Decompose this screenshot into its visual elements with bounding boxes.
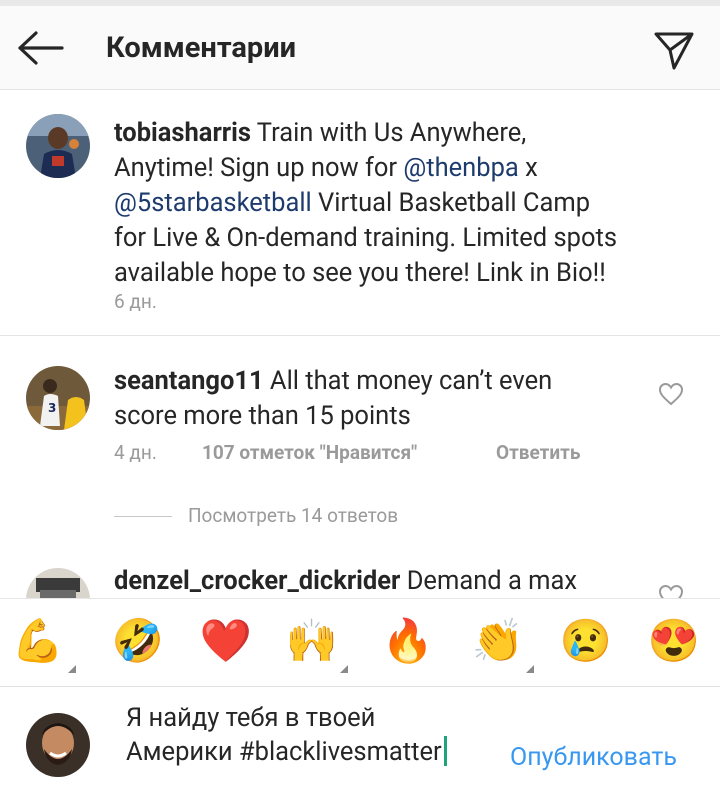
comment-input-line1: Я найду тебя в твоей — [126, 703, 376, 733]
rofl-emoji-button[interactable]: 🤣 — [108, 611, 168, 671]
caption-line5: available hope to see you there! Link in… — [114, 258, 606, 288]
caption-line1: Train with Us Anywhere, — [250, 118, 527, 148]
header-bar: Комментарии — [0, 6, 720, 90]
comment-text: denzel_crocker_dickrider Demand a max — [114, 564, 634, 598]
share-button[interactable] — [652, 28, 696, 72]
caption-username[interactable]: tobiasharris — [114, 118, 251, 148]
caption-text: tobiasharris Train with Us Anywhere, Any… — [114, 116, 674, 291]
crying-face-emoji-button[interactable]: 😢 — [556, 611, 616, 671]
like-button[interactable] — [658, 382, 684, 406]
heart-icon — [658, 382, 684, 406]
view-replies-button[interactable]: Посмотреть 14 ответов — [188, 504, 398, 527]
comment-timestamp: 4 дн. — [114, 441, 157, 464]
mention-link[interactable]: @thenbpa — [403, 153, 518, 183]
comment-text-line1: All that money can’t even — [263, 366, 553, 396]
comment-text-line1: Demand a max — [400, 566, 578, 596]
mention-link[interactable]: @5starbasketball — [114, 188, 312, 218]
caption-line2: Anytime! Sign up now for — [114, 153, 404, 183]
page-title: Комментарии — [106, 31, 297, 65]
reply-label: Ответить — [496, 441, 581, 464]
avatar[interactable] — [26, 568, 90, 598]
comment-text-line2: score more than 15 points — [114, 401, 411, 431]
skin-tone-indicator — [340, 665, 348, 673]
skin-tone-indicator — [526, 665, 534, 673]
post-caption: tobiasharris Train with Us Anywhere, Any… — [0, 90, 720, 336]
red-heart-emoji-button[interactable]: ❤️ — [196, 611, 256, 671]
comment-input-line2: Америки #blacklivesmatter — [126, 737, 442, 767]
reply-button[interactable]: Ответить — [496, 441, 580, 464]
likes-count-label: 107 отметок "Нравится" — [202, 441, 418, 464]
comment-item: denzel_crocker_dickrider Demand a max — [0, 560, 720, 598]
paper-plane-icon — [654, 32, 694, 70]
comment-username[interactable]: seantango11 — [114, 366, 264, 396]
avatar[interactable] — [26, 114, 90, 178]
back-button[interactable] — [14, 28, 66, 68]
text-cursor — [443, 736, 447, 766]
comment-text: seantango11 All that money can’t even sc… — [114, 364, 634, 434]
heart-eyes-emoji-button[interactable]: 😍 — [644, 611, 704, 671]
caption-line4: for Live & On-demand training. Limited s… — [114, 223, 618, 253]
caption-timestamp: 6 дн. — [114, 290, 157, 313]
comment-composer: Я найду тебя в твоей Америки #blacklives… — [0, 686, 720, 798]
comment-username[interactable]: denzel_crocker_dickrider — [114, 566, 400, 596]
publish-button[interactable]: Опубликовать — [510, 743, 677, 772]
raising-hands-emoji-button[interactable]: 🙌 — [282, 611, 342, 671]
like-button[interactable] — [658, 584, 684, 598]
skin-tone-indicator — [68, 665, 76, 673]
caption-line3-tail: Virtual Basketball Camp — [311, 188, 591, 218]
fire-emoji-button[interactable]: 🔥 — [378, 611, 438, 671]
comment-input[interactable]: Я найду тебя в твоей Америки #blacklives… — [126, 701, 486, 769]
likes-count[interactable]: 107 отметок "Нравится" — [202, 441, 417, 464]
avatar[interactable]: 3 — [26, 366, 90, 430]
flexed-biceps-emoji-button[interactable]: 💪 — [8, 611, 68, 671]
current-user-avatar — [26, 713, 90, 777]
heart-icon — [658, 584, 684, 598]
svg-text:3: 3 — [48, 401, 56, 415]
clapping-hands-emoji-button[interactable]: 👏 — [468, 611, 528, 671]
emoji-quick-bar: 💪 🤣 ❤️ 🙌 🔥 👏 😢 😍 — [0, 598, 720, 686]
replies-divider — [114, 516, 172, 517]
caption-line2-tail: x — [518, 153, 538, 183]
arrow-left-icon — [18, 31, 64, 65]
